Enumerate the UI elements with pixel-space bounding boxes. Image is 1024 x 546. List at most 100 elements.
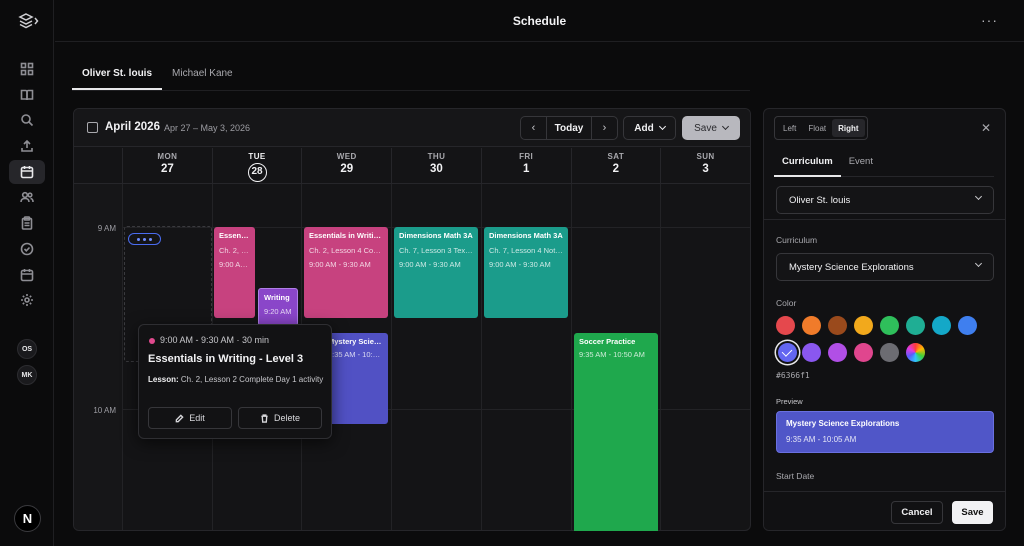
tab-curriculum[interactable]: Curriculum: [774, 147, 841, 177]
delete-button[interactable]: Delete: [238, 407, 322, 429]
day-name: WED: [336, 152, 357, 161]
save-label: Save: [694, 122, 717, 134]
event-card[interactable]: Dimensions Math 3A Ch. 7, Lesson 3 Textb…: [394, 227, 478, 318]
calendar-2-icon[interactable]: [17, 265, 37, 285]
color-swatch-red[interactable]: [776, 316, 795, 335]
tab-michael[interactable]: Michael Kane: [162, 60, 243, 90]
color-swatch-amber[interactable]: [854, 316, 873, 335]
search-icon[interactable]: [17, 110, 37, 130]
event-color-dot: [149, 338, 155, 344]
color-swatch-violet[interactable]: [802, 343, 821, 362]
book-icon[interactable]: [17, 85, 37, 105]
color-swatch-gray[interactable]: [880, 343, 899, 362]
event-card[interactable]: Dimensions Math 3A Ch. 7, Lesson 4 Noteb…: [484, 227, 568, 318]
next-week-button[interactable]: ›: [592, 117, 617, 139]
popover-time: 9:00 AM - 9:30 AM · 30 min: [160, 335, 270, 345]
preview-label: Preview: [776, 397, 803, 406]
color-swatch-brown[interactable]: [828, 316, 847, 335]
user-tabs: Oliver St. louis Michael Kane: [72, 60, 243, 90]
position-toggle: Left Float Right: [774, 116, 868, 140]
event-title: Writing: [264, 293, 290, 302]
event-popover: 9:00 AM - 9:30 AM · 30 min Essentials in…: [138, 324, 332, 439]
month-title: April 2026: [105, 121, 160, 133]
tab-event[interactable]: Event: [841, 147, 881, 177]
day-date: 1: [522, 163, 530, 175]
day-wed[interactable]: WED 29: [301, 148, 391, 184]
panel-footer: Cancel Save: [764, 491, 1005, 530]
day-date: 29: [340, 163, 354, 175]
app-badge[interactable]: N: [14, 505, 41, 532]
today-button[interactable]: Today: [546, 117, 592, 139]
grid-line: [391, 184, 393, 530]
chevron-down-icon: [974, 192, 983, 201]
student-select[interactable]: Oliver St. louis: [776, 186, 994, 214]
event-card[interactable]: Essentials in Writing - Level 3 Ch. 2, L…: [214, 227, 255, 318]
curriculum-label: Curriculum: [776, 235, 818, 245]
curriculum-panel: Left Float Right ✕ Curriculum Event Oliv…: [763, 108, 1006, 531]
day-date: 27: [160, 163, 174, 175]
custom-color-picker-icon[interactable]: [906, 343, 925, 362]
event-card[interactable]: Essentials in Writing - Level 3 Ch. 2, L…: [304, 227, 388, 318]
cancel-button[interactable]: Cancel: [891, 501, 943, 524]
day-fri[interactable]: FRI 1: [480, 148, 571, 184]
delete-label: Delete: [273, 413, 300, 423]
clipboard-icon[interactable]: [17, 213, 37, 233]
day-mon[interactable]: MON 27: [122, 148, 212, 184]
trash-icon: [261, 413, 268, 423]
panel-save-button[interactable]: Save: [952, 501, 993, 524]
grid-icon[interactable]: [17, 59, 37, 79]
color-swatch-orange[interactable]: [802, 316, 821, 335]
edit-button[interactable]: Edit: [148, 407, 232, 429]
avatar-mk[interactable]: MK: [17, 365, 37, 385]
curriculum-select[interactable]: Mystery Science Explorations: [776, 253, 994, 281]
position-right[interactable]: Right: [832, 119, 865, 137]
color-swatch-purple[interactable]: [828, 343, 847, 362]
color-swatch-indigo-selected[interactable]: [778, 343, 797, 362]
day-tue[interactable]: TUE 28: [211, 148, 302, 184]
loading-dots[interactable]: [128, 233, 161, 245]
save-button[interactable]: Save: [682, 116, 740, 140]
color-swatch-teal[interactable]: [906, 316, 925, 335]
calendar-icon[interactable]: [9, 160, 45, 184]
check-circle-icon[interactable]: [17, 239, 37, 259]
prev-week-button[interactable]: ‹: [521, 117, 546, 139]
time-gutter: 9 AM 10 AM: [74, 184, 122, 530]
event-time: 9:00 AM - 9:30 AM: [489, 260, 551, 269]
nav-group: ‹ Today ›: [520, 116, 618, 140]
color-swatch-blue[interactable]: [958, 316, 977, 335]
day-header-row: MON 27 TUE 28 WED 29 THU 30 FRI 1 SAT 2 SUN 3: [74, 148, 750, 184]
student-value: Oliver St. louis: [789, 195, 851, 206]
color-swatch-pink[interactable]: [854, 343, 873, 362]
grid-line: [122, 184, 123, 530]
color-swatch-cyan[interactable]: [932, 316, 951, 335]
color-swatch-green[interactable]: [880, 316, 899, 335]
preview-time: 9:35 AM - 10:05 AM: [786, 435, 857, 444]
day-sun[interactable]: SUN 3: [660, 148, 750, 184]
upload-icon[interactable]: [17, 136, 37, 156]
event-title: Dimensions Math 3A: [489, 231, 563, 240]
day-thu[interactable]: THU 30: [391, 148, 481, 184]
popover-lesson: Lesson: Ch. 2, Lesson 2 Complete Day 1 a…: [148, 374, 326, 386]
position-left[interactable]: Left: [777, 119, 802, 137]
event-card[interactable]: Writing 9:20 AM: [258, 288, 298, 326]
settings-icon[interactable]: [17, 290, 37, 310]
day-sat[interactable]: SAT 2: [570, 148, 661, 184]
event-title: Soccer Practice: [579, 337, 636, 346]
lesson-text: Ch. 2, Lesson 2 Complete Day 1 activity: [180, 375, 324, 384]
avatar-os[interactable]: OS: [17, 339, 37, 359]
day-date: 3: [702, 163, 709, 175]
add-button[interactable]: Add: [623, 116, 676, 140]
users-icon[interactable]: [17, 187, 37, 207]
event-card[interactable]: Soccer Practice 9:35 AM - 10:50 AM: [574, 333, 658, 531]
tab-oliver[interactable]: Oliver St. louis: [72, 60, 163, 90]
position-float[interactable]: Float: [802, 119, 832, 137]
day-date: 30: [430, 163, 443, 175]
day-name: THU: [427, 152, 446, 161]
close-icon[interactable]: ✕: [981, 121, 991, 135]
layers-logo-icon[interactable]: [18, 12, 40, 30]
event-time: 9:35 AM - 10:05 AM: [328, 350, 383, 359]
time-label-9am: 9 AM: [97, 224, 116, 233]
more-horizontal-icon[interactable]: ···: [981, 12, 998, 28]
page-title: Schedule: [512, 14, 567, 28]
add-label: Add: [634, 122, 654, 134]
